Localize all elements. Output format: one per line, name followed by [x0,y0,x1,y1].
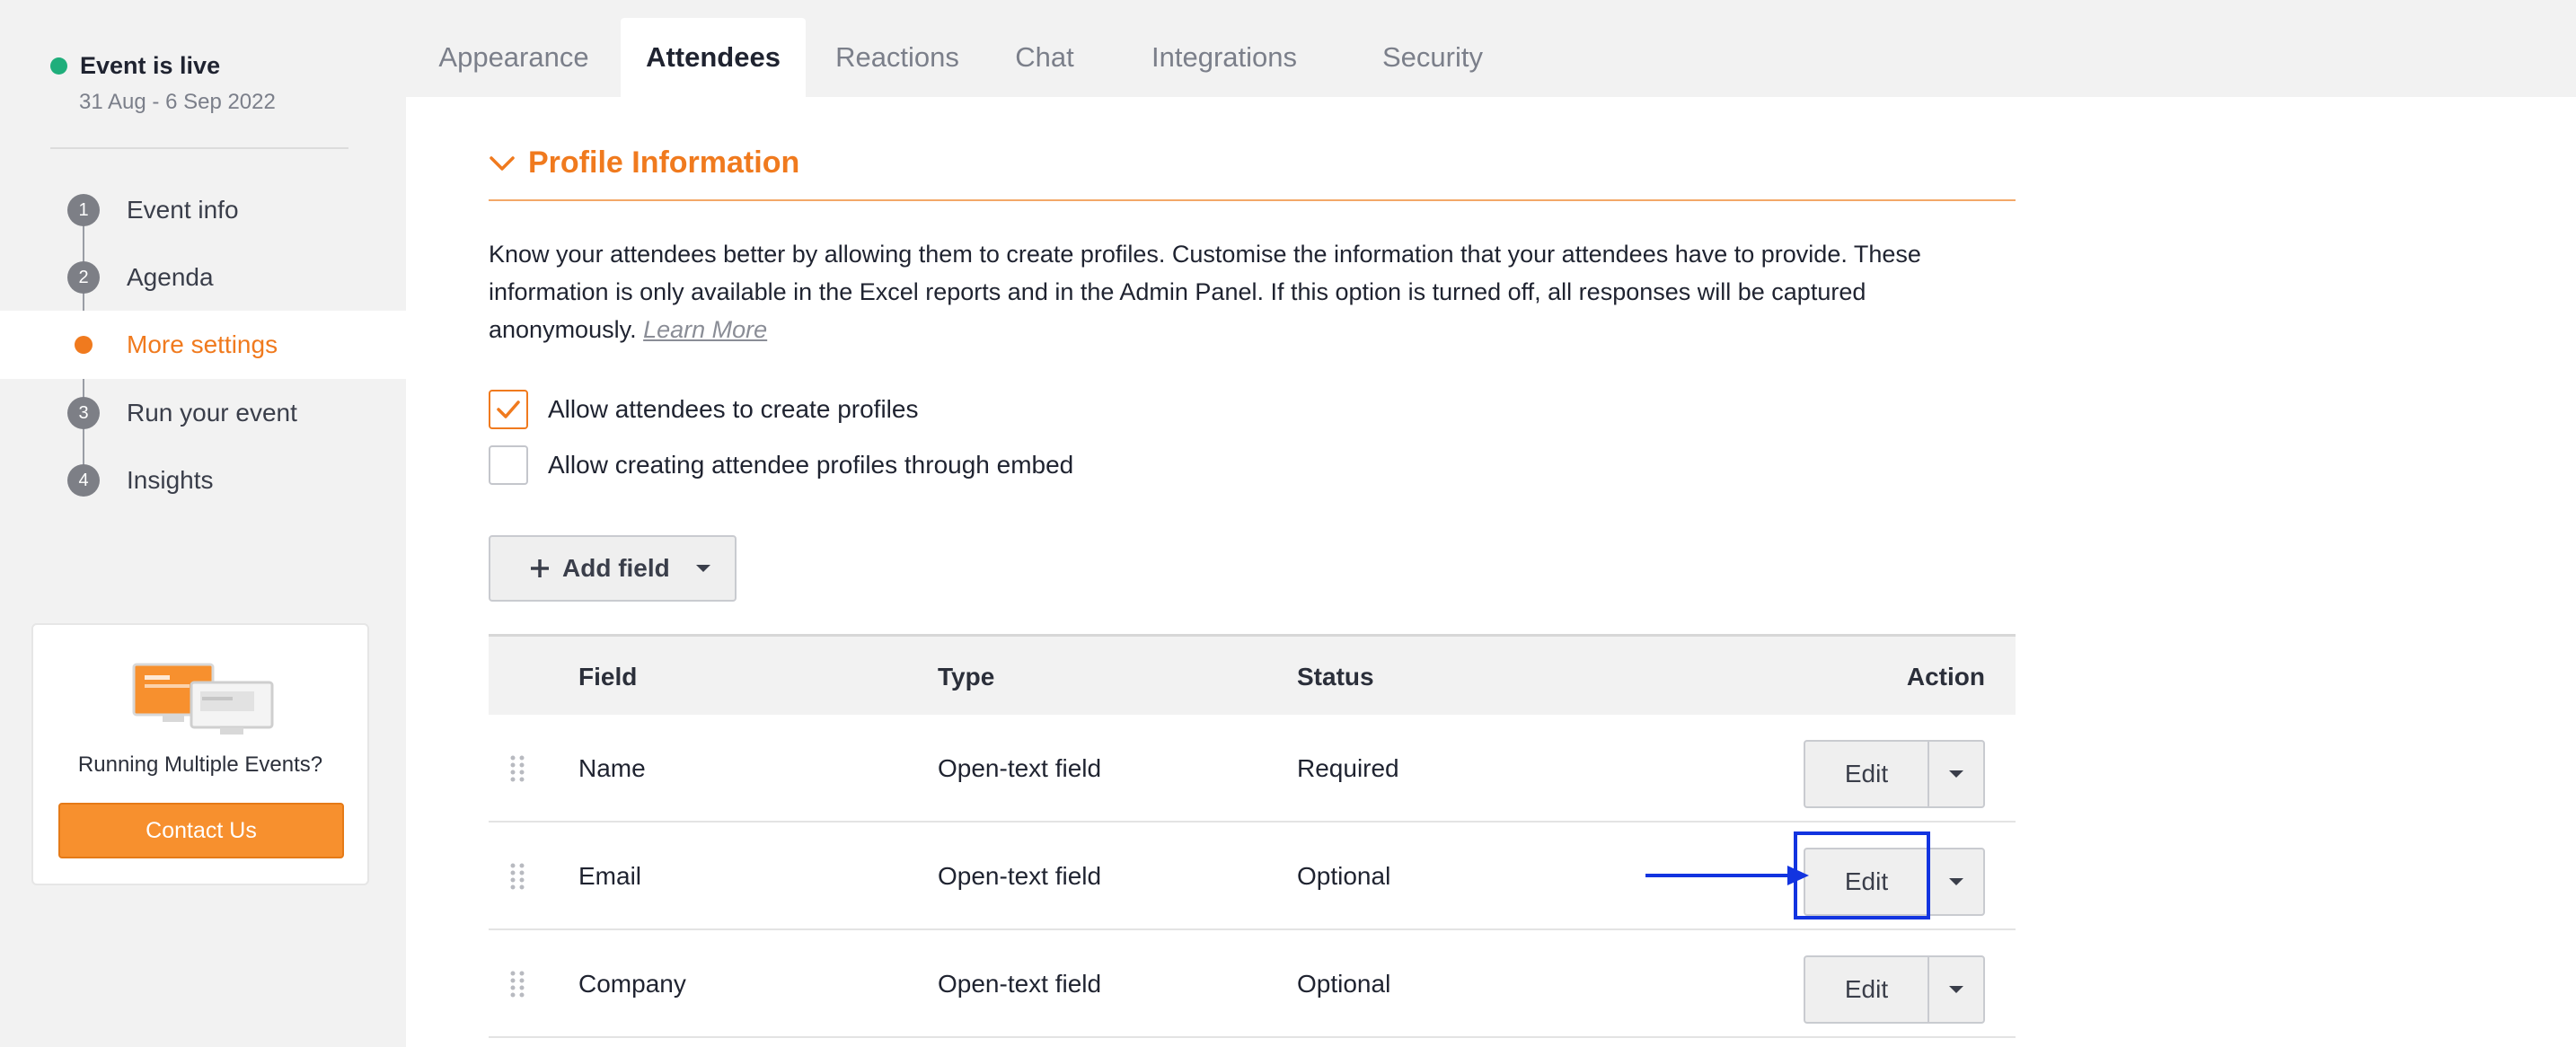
event-status: Event is live [50,52,220,80]
profile-information-toggle[interactable]: Profile Information [489,145,799,180]
plus-icon [531,559,549,577]
edit-options-dropdown[interactable] [1928,848,1985,916]
edit-split-button: Edit [1804,740,1985,808]
column-header-action: Action [1906,663,1985,691]
edit-button[interactable]: Edit [1804,740,1928,808]
field-name: Email [578,862,642,890]
field-status: Optional [1297,862,1391,890]
current-step-dot [75,336,93,354]
tab-attendees[interactable]: Attendees [621,18,806,97]
sidebar-item-more-settings[interactable]: More settings [0,311,406,379]
tab-security[interactable]: Security [1352,18,1513,97]
annotation-arrow-icon [1645,866,1809,885]
contact-us-button[interactable]: Contact Us [58,803,344,858]
sidebar: Event is live 31 Aug - 6 Sep 2022 1 Even… [0,0,406,1047]
checkmark-icon [497,400,520,418]
checkbox-label: Allow attendees to create profiles [548,395,919,423]
sidebar-item-event-info[interactable]: 1 Event info [0,176,406,244]
section-description: Know your attendees better by allowing t… [489,235,2016,348]
drag-handle-icon[interactable] [508,970,526,999]
sidebar-item-label: More settings [127,330,278,358]
field-type: Open-text field [938,754,1102,782]
sidebar-item-label: Run your event [127,399,297,427]
sidebar-divider [50,147,348,149]
drag-handle-icon[interactable] [508,754,526,783]
allow-profiles-option[interactable]: Allow attendees to create profiles [489,390,918,429]
tab-reactions[interactable]: Reactions [814,18,981,97]
add-field-label: Add field [562,554,670,582]
allow-embed-profiles-option[interactable]: Allow creating attendee profiles through… [489,445,1073,485]
edit-options-dropdown[interactable] [1928,740,1985,808]
sidebar-item-label: Insights [127,466,214,494]
drag-handle-icon[interactable] [508,862,526,891]
column-header-status: Status [1297,663,1374,691]
table-row: Company Open-text field Optional Edit [489,930,2016,1038]
tab-integrations[interactable]: Integrations [1119,18,1329,97]
annotation-highlight-box [1794,831,1930,919]
allow-profiles-checkbox[interactable] [489,390,528,429]
caret-down-icon [1949,878,1963,885]
field-name: Name [578,754,646,782]
caret-down-icon [695,565,710,572]
sidebar-item-label: Agenda [127,263,214,291]
column-header-field: Field [578,663,638,691]
tab-chat[interactable]: Chat [1001,18,1089,97]
step-number-badge: 3 [67,397,100,429]
field-type: Open-text field [938,862,1102,890]
field-status: Required [1297,754,1399,782]
checkbox-label: Allow creating attendee profiles through… [548,451,1074,479]
monitors-illustration-icon [132,663,274,735]
section-divider [489,199,2016,201]
live-status-dot [50,57,67,75]
learn-more-link[interactable]: Learn More [643,316,767,343]
add-field-button[interactable]: Add field [489,535,737,602]
section-title: Profile Information [528,145,800,180]
allow-embed-profiles-checkbox[interactable] [489,445,528,485]
sidebar-item-agenda[interactable]: 2 Agenda [0,243,406,312]
tab-appearance[interactable]: Appearance [406,18,622,97]
column-header-type: Type [938,663,995,691]
event-dates: 31 Aug - 6 Sep 2022 [79,90,276,114]
multiple-events-promo-card: Running Multiple Events? Contact Us [31,623,369,885]
edit-options-dropdown[interactable] [1928,955,1985,1024]
caret-down-icon [1949,986,1963,993]
edit-button[interactable]: Edit [1804,955,1928,1024]
step-number-badge: 1 [67,194,100,226]
promo-text: Running Multiple Events? [77,752,323,777]
chevron-down-icon [490,155,515,171]
sidebar-item-label: Event info [127,196,239,224]
settings-tabs: Appearance Attendees Reactions Chat Inte… [406,0,2576,97]
step-number-badge: 4 [67,464,100,497]
table-header: Field Type Status Action [489,634,2016,715]
event-status-label: Event is live [80,52,221,79]
field-status: Optional [1297,970,1391,998]
caret-down-icon [1949,770,1963,778]
main-content: Profile Information Know your attendees … [406,97,2576,1047]
sidebar-item-insights[interactable]: 4 Insights [0,446,406,515]
edit-split-button: Edit [1804,955,1985,1024]
field-type: Open-text field [938,970,1102,998]
profile-fields-table: Field Type Status Action Name Open-text … [489,634,2016,1038]
sidebar-item-run-your-event[interactable]: 3 Run your event [0,379,406,447]
step-number-badge: 2 [67,261,100,294]
field-name: Company [578,970,686,998]
table-row: Name Open-text field Required Edit [489,715,2016,823]
